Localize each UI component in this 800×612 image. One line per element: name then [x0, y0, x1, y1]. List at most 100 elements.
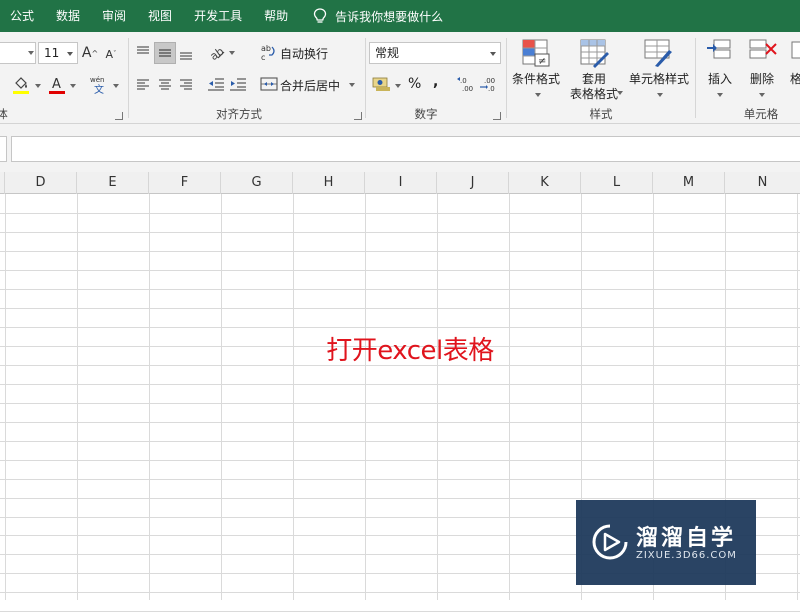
column-header[interactable]: F [149, 172, 221, 194]
column-header[interactable]: D [5, 172, 77, 194]
tell-me-search[interactable]: 告诉我你想要做什么 [313, 8, 443, 25]
merge-center-icon[interactable] [260, 74, 278, 94]
column-gridline [77, 194, 78, 600]
svg-text:≠: ≠ [538, 56, 546, 67]
conditional-formatting-icon[interactable]: ≠ [521, 38, 551, 68]
watermark-title: 溜溜自学 [636, 526, 737, 551]
tab-developer[interactable]: 开发工具 [183, 0, 253, 32]
font-group: 11 A ^ Aˇ A wén 文 体 [0, 32, 128, 124]
tab-formulas[interactable]: 公式 [0, 0, 45, 32]
insert-button[interactable]: 插入 [698, 70, 742, 87]
row-gridline [0, 422, 800, 423]
number-format-value: 常规 [375, 46, 400, 60]
middle-align-icon[interactable] [156, 43, 174, 63]
delete-button[interactable]: 删除 [742, 70, 782, 87]
top-align-icon[interactable] [134, 42, 152, 62]
chevron-down-icon[interactable] [113, 84, 119, 88]
dialog-launcher-icon[interactable] [493, 112, 501, 120]
chevron-down-icon[interactable] [35, 84, 41, 88]
cell-styles-button[interactable]: 单元格样式 [625, 70, 693, 87]
chevron-down-icon [28, 51, 34, 55]
column-header[interactable]: M [653, 172, 725, 194]
row-gridline [0, 251, 800, 252]
formula-input[interactable] [11, 136, 800, 162]
format-cells-icon[interactable] [790, 38, 800, 66]
tab-data[interactable]: 数据 [45, 0, 91, 32]
column-header[interactable]: J [437, 172, 509, 194]
percent-style-button[interactable]: % [408, 76, 421, 92]
number-format-dropdown[interactable]: 常规 [369, 42, 501, 64]
svg-text:.0: .0 [460, 77, 467, 85]
wrap-text-icon[interactable]: ab c [260, 42, 278, 62]
tab-help[interactable]: 帮助 [253, 0, 299, 32]
styles-group-label: 样式 [589, 107, 613, 121]
row-gridline [0, 441, 800, 442]
column-header[interactable]: I [365, 172, 437, 194]
orientation-icon[interactable]: ab [207, 42, 227, 62]
row-gridline [0, 460, 800, 461]
format-as-table-button-line2[interactable]: 表格格式 [564, 85, 624, 102]
svg-text:文: 文 [94, 83, 104, 96]
font-size-dropdown[interactable]: 11 [38, 42, 78, 64]
column-gridline [509, 194, 510, 600]
chevron-down-icon[interactable] [717, 93, 723, 97]
tab-view[interactable]: 视图 [137, 0, 183, 32]
row-gridline [0, 403, 800, 404]
merge-center-button[interactable]: 合并后居中 [280, 77, 340, 94]
increase-indent-icon[interactable] [228, 74, 248, 94]
chevron-down-icon[interactable] [657, 93, 663, 97]
row-gridline [0, 592, 800, 593]
insert-cells-icon[interactable] [706, 38, 734, 66]
cell-styles-icon[interactable] [643, 38, 673, 68]
align-center-icon[interactable] [156, 74, 174, 94]
fill-color-icon[interactable] [10, 74, 32, 96]
cells-group-label: 单元格 [743, 107, 779, 121]
name-box[interactable] [0, 136, 7, 162]
svg-text:.00: .00 [484, 77, 495, 85]
row-gridline [0, 213, 800, 214]
column-gridline [221, 194, 222, 600]
row-gridline [0, 384, 800, 385]
chevron-down-icon[interactable] [759, 93, 765, 97]
chevron-down-icon[interactable] [395, 84, 401, 88]
dialog-launcher-icon[interactable] [115, 112, 123, 120]
column-header[interactable]: K [509, 172, 581, 194]
caption-text: 打开excel表格 [326, 336, 494, 366]
watermark-url: ZIXUE.3D66.COM [636, 550, 737, 561]
format-button[interactable]: 格 [790, 70, 800, 87]
column-header[interactable]: N [725, 172, 800, 194]
decrease-decimal-icon[interactable]: .00.0 [479, 74, 499, 94]
accounting-format-icon[interactable] [372, 74, 392, 94]
column-header[interactable]: L [581, 172, 653, 194]
chevron-down-icon[interactable] [617, 91, 623, 95]
tell-me-text: 告诉我你想要做什么 [335, 9, 444, 24]
increase-font-size-icon[interactable]: A ^ [82, 43, 98, 63]
svg-text:.00: .00 [462, 85, 473, 93]
tab-review[interactable]: 审阅 [91, 0, 137, 32]
wrap-text-button[interactable]: 自动换行 [280, 45, 328, 62]
chevron-down-icon[interactable] [70, 84, 76, 88]
column-header[interactable]: E [77, 172, 149, 194]
chevron-down-icon[interactable] [229, 51, 235, 55]
decrease-font-size-icon[interactable]: Aˇ [104, 45, 118, 63]
row-gridline [0, 327, 800, 328]
decrease-indent-icon[interactable] [206, 74, 226, 94]
chevron-down-icon[interactable] [349, 83, 355, 87]
column-header[interactable]: G [221, 172, 293, 194]
conditional-formatting-button[interactable]: 条件格式 [507, 70, 565, 87]
bottom-align-icon[interactable] [177, 43, 195, 63]
increase-decimal-icon[interactable]: .0.00 [456, 74, 476, 94]
column-header[interactable]: H [293, 172, 365, 194]
phonetic-guide-icon[interactable]: wén 文 [88, 74, 110, 96]
delete-cells-icon[interactable] [748, 38, 778, 66]
ribbon: 11 A ^ Aˇ A wén 文 体 ab ab c 自动换行 合并后居中 对… [0, 32, 800, 124]
comma-style-button[interactable]: , [433, 74, 438, 90]
font-color-icon[interactable]: A [46, 74, 68, 96]
svg-text:wén: wén [90, 76, 104, 84]
align-left-icon[interactable] [134, 74, 152, 94]
column-gridline [365, 194, 366, 600]
align-right-icon[interactable] [177, 74, 195, 94]
dialog-launcher-icon[interactable] [354, 112, 362, 120]
chevron-down-icon[interactable] [535, 93, 541, 97]
format-as-table-icon[interactable] [579, 38, 609, 68]
